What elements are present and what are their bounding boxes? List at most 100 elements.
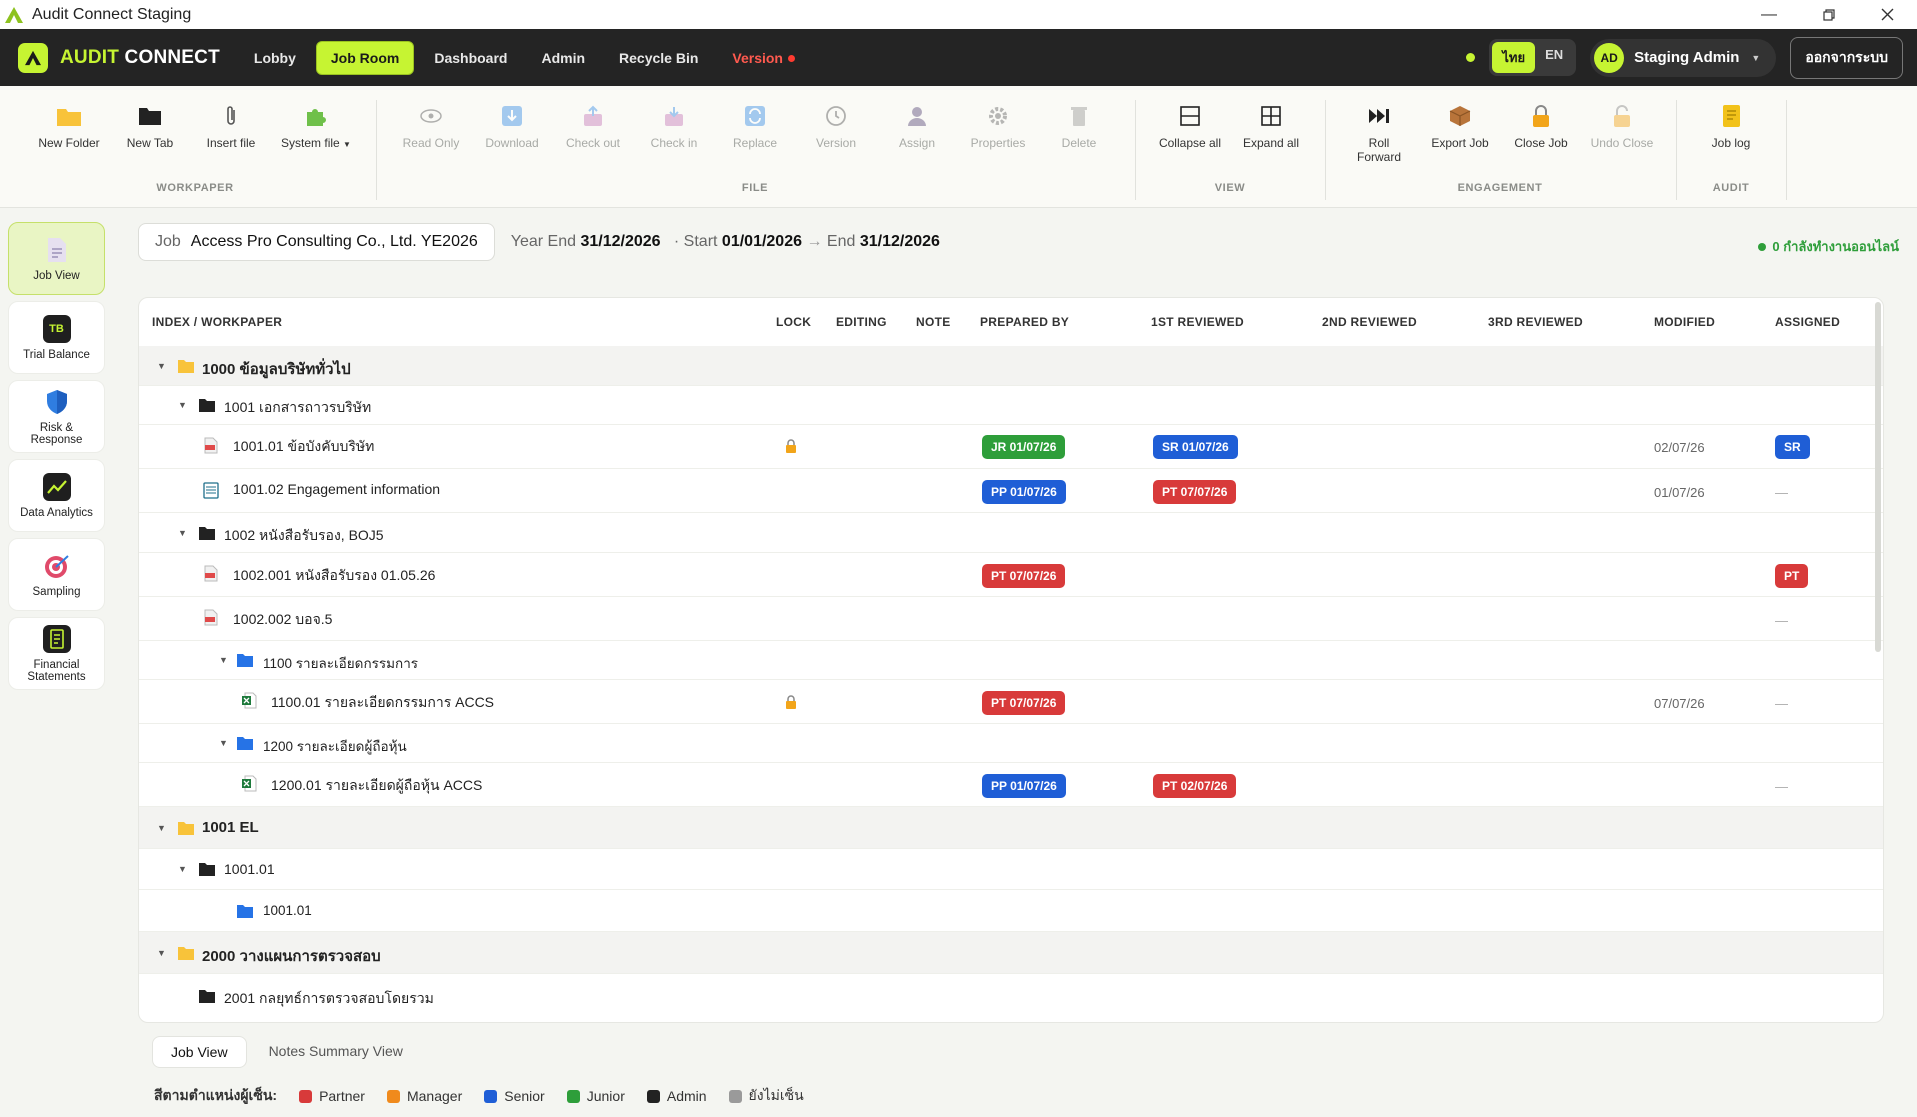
table-row[interactable]: ▼ 1001 เอกสารถาวรบริษัท — [139, 386, 1883, 425]
nav-job-room[interactable]: Job Room — [315, 40, 415, 75]
restore-button[interactable] — [1802, 0, 1856, 29]
table-row[interactable]: 1001.01 ข้อบังคับบริษัท JR 01/07/26 SR 0… — [139, 425, 1883, 469]
prepared-badge[interactable]: PT 07/07/26 — [982, 564, 1066, 588]
reviewed-badge[interactable]: SR 01/07/26 — [1153, 435, 1238, 459]
prepared-badge[interactable]: JR 01/07/26 — [982, 435, 1066, 459]
check-out-button[interactable]: Check out — [555, 100, 631, 150]
sidebar-item-sampling[interactable]: Sampling — [8, 538, 105, 611]
close-job-button[interactable]: Close Job — [1503, 100, 1579, 150]
chevron-down-icon[interactable]: ▼ — [178, 400, 187, 410]
tb-icon: TB — [42, 315, 71, 343]
table-row[interactable]: 1100.01 รายละเอียดกรรมการ ACCS PT 07/07/… — [139, 680, 1883, 724]
table-row[interactable]: 1001.01 — [139, 890, 1883, 932]
chevron-down-icon[interactable]: ▼ — [157, 361, 166, 371]
col-prepared-by[interactable]: PREPARED BY — [980, 315, 1069, 329]
workpaper-table: INDEX / WORKPAPER LOCK EDITING NOTE PREP… — [138, 297, 1884, 1023]
group-file: FILE — [741, 182, 769, 194]
assigned-badge[interactable]: PT — [1775, 564, 1809, 588]
prepared-badge[interactable]: PP 01/07/26 — [982, 774, 1066, 798]
system-file-button[interactable]: System file ▼ — [278, 100, 354, 150]
nav-lobby[interactable]: Lobby — [240, 42, 310, 74]
job-selector[interactable]: Job Access Pro Consulting Co., Ltd. YE20… — [138, 223, 495, 261]
col-2nd-reviewed[interactable]: 2ND REVIEWED — [1322, 315, 1417, 329]
assigned-badge[interactable]: SR — [1775, 435, 1810, 459]
prepared-badge[interactable]: PP 01/07/26 — [982, 480, 1066, 504]
sidebar-item-trial-balance[interactable]: TB Trial Balance — [8, 301, 105, 374]
table-row[interactable]: ▼ 1001 EL — [139, 807, 1883, 849]
minimize-button[interactable]: — — [1742, 0, 1796, 29]
lock-icon — [785, 695, 797, 712]
chevron-down-icon[interactable]: ▼ — [157, 948, 166, 958]
table-row[interactable]: ▼ 2000 วางแผนการตรวจสอบ — [139, 932, 1883, 974]
insert-file-button[interactable]: Insert file — [193, 100, 269, 150]
sidebar-item-job-view[interactable]: Job View — [8, 222, 105, 295]
delete-button[interactable]: Delete — [1041, 100, 1117, 150]
undo-close-button[interactable]: Undo Close — [1584, 100, 1660, 150]
download-button[interactable]: Download — [474, 100, 550, 150]
table-row[interactable]: 1002.002 บอจ.5 — — [139, 597, 1883, 641]
nav-version[interactable]: Version — [718, 42, 809, 74]
job-log-button[interactable]: Job log — [1693, 100, 1769, 150]
col-3rd-reviewed[interactable]: 3RD REVIEWED — [1488, 315, 1583, 329]
properties-button[interactable]: Properties — [960, 100, 1036, 150]
col-modified[interactable]: MODIFIED — [1654, 315, 1715, 329]
col-editing[interactable]: EDITING — [836, 315, 887, 329]
new-folder-button[interactable]: New Folder — [31, 100, 107, 150]
table-row[interactable]: 1001.02 Engagement information PP 01/07/… — [139, 469, 1883, 513]
new-tab-button[interactable]: New Tab — [112, 100, 188, 150]
chevron-down-icon: ▼ — [1751, 52, 1761, 63]
sidebar-item-financial-statements[interactable]: Financial Statements — [8, 617, 105, 690]
replace-button[interactable]: Replace — [717, 100, 793, 150]
chevron-down-icon[interactable]: ▼ — [219, 655, 228, 665]
table-scrollbar[interactable] — [1875, 302, 1881, 652]
col-1st-reviewed[interactable]: 1ST REVIEWED — [1151, 315, 1244, 329]
reviewed-badge[interactable]: PT 02/07/26 — [1153, 774, 1237, 798]
version-button[interactable]: Version — [798, 100, 874, 150]
check-in-button[interactable]: Check in — [636, 100, 712, 150]
puzzle-icon — [307, 109, 326, 126]
col-note[interactable]: NOTE — [916, 315, 951, 329]
export-job-button[interactable]: Export Job — [1422, 100, 1498, 150]
assign-button[interactable]: Assign — [879, 100, 955, 150]
pdf-file-icon — [204, 437, 218, 454]
nav-recycle-bin[interactable]: Recycle Bin — [605, 42, 712, 74]
reviewed-badge[interactable]: PT 07/07/26 — [1153, 480, 1237, 504]
logout-button[interactable]: ออกจากระบบ — [1790, 36, 1903, 79]
sidebar-item-data-analytics[interactable]: Data Analytics — [8, 459, 105, 532]
col-assigned[interactable]: ASSIGNED — [1775, 315, 1840, 329]
top-navigation: AUDIT CONNECT Lobby Job Room Dashboard A… — [0, 29, 1917, 86]
brand[interactable]: AUDIT CONNECT — [18, 42, 220, 73]
shield-icon — [46, 390, 67, 414]
user-menu[interactable]: AD Staging Admin ▼ — [1590, 38, 1777, 77]
nav-dashboard[interactable]: Dashboard — [420, 42, 521, 74]
table-row[interactable]: 2001 กลยุทธ์การตรวจสอบโดยรวม — [139, 974, 1883, 1022]
roll-forward-button[interactable]: Roll Forward — [1341, 100, 1417, 164]
sidebar-item-risk-response[interactable]: Risk & Response — [8, 380, 105, 453]
chevron-down-icon[interactable]: ▼ — [178, 864, 187, 874]
lang-english[interactable]: EN — [1535, 42, 1573, 73]
nav-admin[interactable]: Admin — [527, 42, 599, 74]
table-row[interactable]: ▼ 1002 หนังสือรับรอง, BOJ5 — [139, 513, 1883, 553]
table-row[interactable]: 1002.001 หนังสือรับรอง 01.05.26 PT 07/07… — [139, 553, 1883, 597]
expand-all-button[interactable]: Expand all — [1233, 100, 1309, 150]
table-row[interactable]: ▼ 1100 รายละเอียดกรรมการ — [139, 641, 1883, 680]
col-lock[interactable]: LOCK — [776, 315, 811, 329]
legend-title: สีตามตำแหน่งผู้เซ็น: — [154, 1087, 278, 1103]
table-row[interactable]: ▼ 1200 รายละเอียดผู้ถือหุ้น — [139, 724, 1883, 763]
close-window-button[interactable] — [1860, 0, 1914, 29]
table-row[interactable]: ▼ 1001.01 — [139, 849, 1883, 890]
chevron-down-icon[interactable]: ▼ — [178, 528, 187, 538]
table-row[interactable]: 1200.01 รายละเอียดผู้ถือหุ้น ACCS PP 01/… — [139, 763, 1883, 807]
chevron-down-icon[interactable]: ▼ — [219, 738, 228, 748]
collapse-all-button[interactable]: Collapse all — [1152, 100, 1228, 150]
col-index[interactable]: INDEX / WORKPAPER — [152, 315, 282, 329]
tab-notes-summary[interactable]: Notes Summary View — [251, 1036, 421, 1068]
read-only-button[interactable]: Read Only — [393, 100, 469, 150]
spreadsheet-icon — [203, 482, 219, 499]
table-row[interactable]: ▼ 1000 ข้อมูลบริษัททั่วไป — [139, 346, 1883, 386]
modified-date: 02/07/26 — [1654, 440, 1705, 455]
prepared-badge[interactable]: PT 07/07/26 — [982, 691, 1066, 715]
tab-job-view[interactable]: Job View — [152, 1036, 247, 1068]
lang-thai[interactable]: ไทย — [1492, 42, 1536, 73]
chevron-down-icon[interactable]: ▼ — [157, 823, 166, 833]
